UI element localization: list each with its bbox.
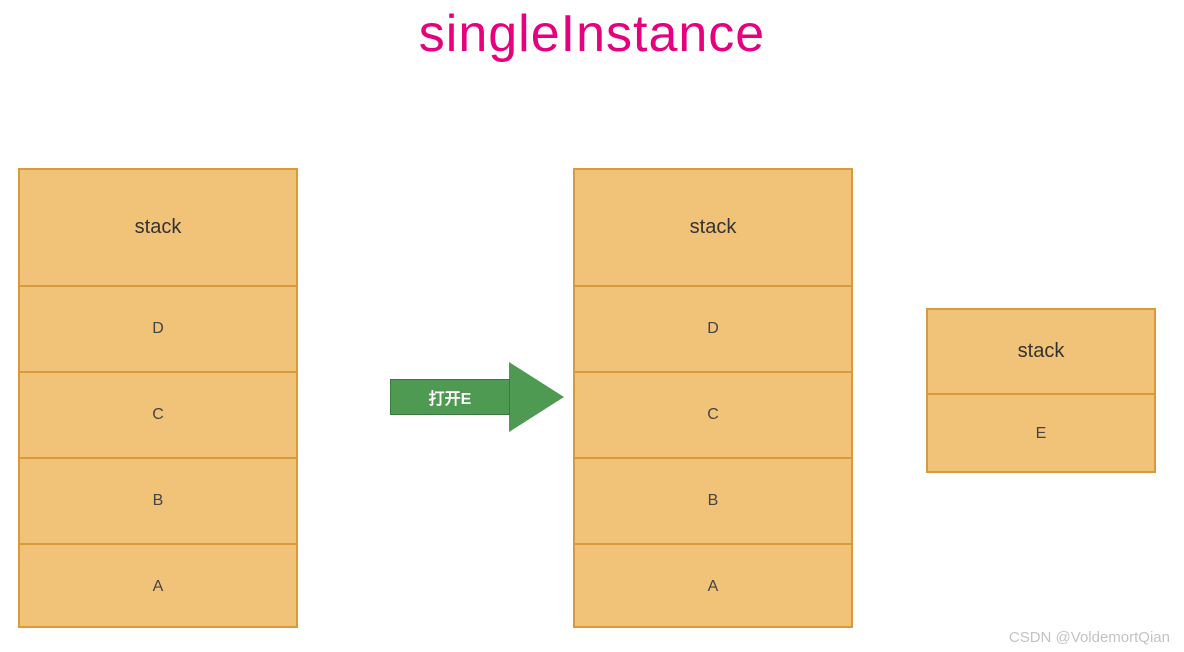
stack-header: stack xyxy=(20,170,296,285)
arrow-label: 打开E xyxy=(390,379,510,415)
stack-cell: B xyxy=(20,457,296,543)
stack-header: stack xyxy=(575,170,851,285)
stack-after-main: stack D C B A xyxy=(573,168,853,628)
stack-cell: C xyxy=(20,371,296,457)
watermark: CSDN @VoldemortQian xyxy=(1009,629,1170,646)
stack-after-new-task: stack E xyxy=(926,308,1156,473)
page-title: singleInstance xyxy=(0,4,1184,64)
stack-cell: D xyxy=(20,285,296,371)
stack-cell: A xyxy=(575,543,851,629)
transition-arrow: 打开E xyxy=(390,362,565,432)
stack-cell: D xyxy=(575,285,851,371)
stack-before: stack D C B A xyxy=(18,168,298,628)
stack-cell: E xyxy=(928,393,1154,473)
stack-cell: A xyxy=(20,543,296,629)
stack-cell: B xyxy=(575,457,851,543)
stack-cell: C xyxy=(575,371,851,457)
stack-header: stack xyxy=(928,310,1154,393)
arrow-head-icon xyxy=(509,362,564,432)
